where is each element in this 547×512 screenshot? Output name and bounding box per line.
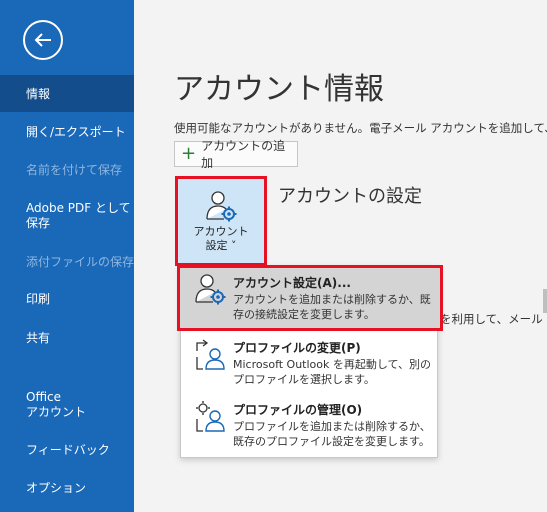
account-description: 使用可能なアカウントがありません。電子メール アカウントを追加して、追加機能 xyxy=(174,121,547,135)
tile-label-line2: 設定 ˅ xyxy=(205,239,237,252)
sidebar-item-label: オプション xyxy=(26,481,87,495)
sidebar-item-save-attachments: 添付ファイルの保存 xyxy=(0,255,134,270)
sidebar-item-print[interactable]: 印刷 xyxy=(0,292,134,307)
menu-item-change-profile[interactable]: プロファイルの変更(P) Microsoft Outlook を再起動して、別の… xyxy=(181,335,437,391)
back-button[interactable] xyxy=(23,20,63,60)
sidebar-item-label: フィードバック xyxy=(26,443,110,457)
sidebar-item-save-as: 名前を付けて保存 xyxy=(0,163,134,178)
sidebar-item-share[interactable]: 共有 xyxy=(0,331,134,346)
sidebar-item-feedback[interactable]: フィードバック xyxy=(0,443,134,458)
sidebar-item-label: Office アカウント xyxy=(26,390,87,419)
sidebar-item-info[interactable]: 情報 xyxy=(0,75,134,112)
sidebar-item-open-export[interactable]: 開く/エクスポート xyxy=(0,125,134,140)
menu-item-title: プロファイルの管理(O) xyxy=(233,403,363,417)
page-title: アカウント情報 xyxy=(174,72,384,107)
sidebar-item-office-account[interactable]: Office アカウント xyxy=(0,390,134,420)
sidebar-item-save-as-pdf[interactable]: Adobe PDF として 保存 xyxy=(0,201,134,231)
sidebar-item-label: 共有 xyxy=(26,331,51,345)
account-settings-heading: アカウントの設定 xyxy=(278,186,422,207)
account-settings-tile[interactable]: アカウント 設定 ˅ xyxy=(175,176,267,266)
account-settings-icon xyxy=(206,191,237,222)
menu-item-desc: プロファイルを追加または削除するか、既存のプロファイル設定を変更します。 xyxy=(233,420,431,448)
back-arrow-icon xyxy=(34,33,51,47)
sidebar-item-label: 添付ファイルの保存 xyxy=(26,255,135,269)
menu-item-title: アカウント設定(A)... xyxy=(233,276,351,290)
plus-icon: + xyxy=(181,143,197,164)
account-settings-dropdown: アカウント設定(A)... アカウントを追加または削除するか、既存の接続設定を変… xyxy=(177,265,443,458)
scrollbar-thumb[interactable] xyxy=(543,289,547,313)
tile-label-line1: アカウント xyxy=(193,225,249,238)
sidebar-item-options[interactable]: オプション xyxy=(0,481,134,496)
sidebar-item-label: 情報 xyxy=(26,87,51,101)
backstage-sidebar: 情報 開く/エクスポート 名前を付けて保存 Adobe PDF として 保存 添… xyxy=(0,0,134,512)
background-partial-text: を利用して、メール xyxy=(440,312,543,326)
menu-item-title: プロファイルの変更(P) xyxy=(233,341,361,355)
sidebar-item-label: Adobe PDF として 保存 xyxy=(26,201,131,230)
add-account-label: アカウントの追加 xyxy=(201,139,286,170)
menu-item-manage-profiles[interactable]: プロファイルの管理(O) プロファイルを追加または削除するか、既存のプロファイル… xyxy=(181,397,437,455)
sidebar-item-label: 開く/エクスポート xyxy=(26,125,126,139)
menu-item-account-settings[interactable]: アカウント設定(A)... アカウントを追加または削除するか、既存の接続設定を変… xyxy=(177,265,443,331)
sidebar-item-label: 名前を付けて保存 xyxy=(26,163,123,177)
change-profile-icon xyxy=(196,339,225,370)
account-settings-icon xyxy=(195,274,226,305)
add-account-button[interactable]: + アカウントの追加 xyxy=(174,139,298,170)
menu-item-desc: アカウントを追加または削除するか、既存の接続設定を変更します。 xyxy=(233,293,431,321)
manage-profiles-icon xyxy=(196,401,225,432)
menu-item-desc: Microsoft Outlook を再起動して、別のプロファイルを選択します。 xyxy=(233,358,432,386)
sidebar-item-label: 印刷 xyxy=(26,292,51,306)
